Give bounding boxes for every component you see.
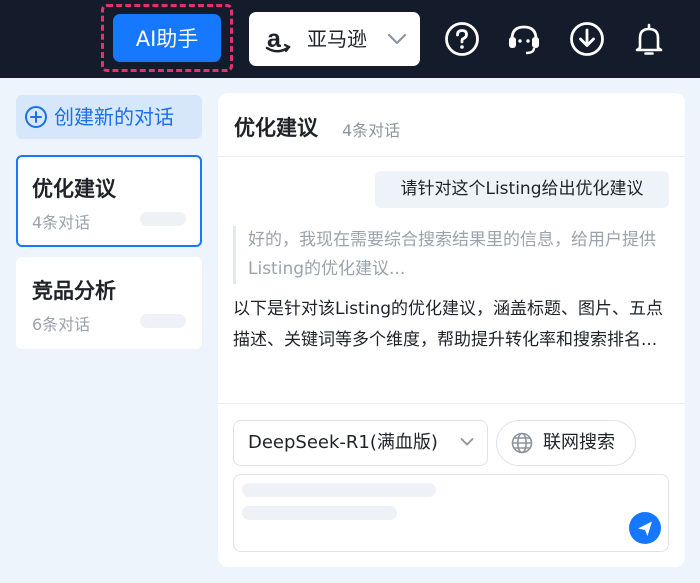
plus-circle-icon — [25, 106, 47, 128]
amazon-logo-icon: a — [265, 26, 291, 53]
chat-panel: 优化建议 4条对话 请针对这个Listing给出优化建议 好的，我现在需要综合搜… — [218, 93, 685, 567]
globe-icon — [511, 432, 533, 454]
chat-header: 优化建议 4条对话 — [218, 93, 685, 157]
placeholder-pill — [140, 212, 186, 226]
bell-icon[interactable] — [631, 21, 667, 57]
top-bar: AI助手 a 亚马逊 — [0, 0, 700, 78]
conversation-title: 优化建议 — [32, 177, 116, 201]
placeholder-line — [242, 506, 397, 520]
conversation-item-competitor-analysis[interactable]: 竞品分析 6条对话 — [16, 257, 202, 349]
thinking-text: 好的，我现在需要综合搜索结果里的信息，给用户提供Listing的优化建议... — [233, 226, 673, 284]
store-label: 亚马逊 — [307, 27, 367, 51]
model-label: DeepSeek-R1(满血版) — [248, 432, 438, 453]
new-chat-label: 创建新的对话 — [54, 105, 174, 129]
help-icon[interactable] — [444, 21, 480, 57]
web-search-toggle[interactable]: 联网搜索 — [496, 420, 636, 466]
chat-title: 优化建议 — [234, 116, 318, 140]
chat-count: 4条对话 — [342, 121, 401, 140]
web-search-label: 联网搜索 — [543, 432, 615, 453]
divider — [218, 403, 685, 404]
download-icon[interactable] — [569, 21, 605, 57]
model-selector[interactable]: DeepSeek-R1(满血版) — [233, 420, 488, 466]
send-icon[interactable] — [629, 512, 661, 544]
conversation-count: 6条对话 — [32, 315, 91, 334]
conversation-count: 4条对话 — [32, 213, 91, 232]
conversation-item-optimization[interactable]: 优化建议 4条对话 — [16, 155, 202, 247]
ai-assistant-highlight: AI助手 — [101, 4, 233, 72]
placeholder-pill — [140, 314, 186, 328]
user-message: 请针对这个Listing给出优化建议 — [375, 171, 669, 208]
customer-service-icon[interactable] — [506, 21, 542, 57]
chevron-down-icon — [387, 33, 407, 45]
chevron-down-icon — [460, 438, 474, 446]
message-input[interactable] — [233, 474, 669, 552]
store-selector[interactable]: a 亚马逊 — [249, 12, 420, 66]
new-chat-button[interactable]: 创建新的对话 — [16, 95, 202, 139]
assistant-answer: 以下是针对该Listing的优化建议，涵盖标题、图片、五点描述、关键词等多个维度… — [233, 299, 664, 350]
placeholder-line — [242, 483, 436, 497]
ai-assistant-button[interactable]: AI助手 — [113, 14, 221, 62]
conversation-title: 竞品分析 — [32, 279, 116, 303]
